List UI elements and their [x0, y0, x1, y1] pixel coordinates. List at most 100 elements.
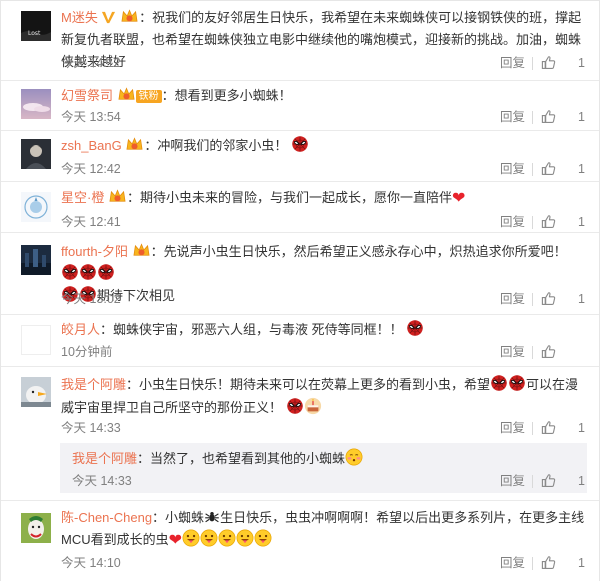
thumbs-up-icon [541, 555, 556, 570]
divider [532, 422, 533, 435]
spiderman-emoji [490, 374, 508, 392]
comment-item: 我是个阿雕：小虫生日快乐！期待未来可以在荧幕上更多的看到小虫，希望 可以在漫威宇宙… [1, 367, 599, 501]
reply-button[interactable]: 回复 [500, 107, 525, 127]
thumbs-up-icon [541, 473, 556, 488]
like-count: 1 [578, 556, 585, 570]
timestamp: 今天 14:33 [61, 421, 121, 435]
divider [532, 163, 533, 176]
tongue-face-emoji [218, 529, 236, 547]
username[interactable]: 星空·橙 [61, 190, 104, 205]
svg-text:Lost: Lost [28, 30, 41, 37]
thumbs-up-icon [541, 344, 556, 359]
divider [532, 557, 533, 570]
avatar[interactable] [21, 245, 51, 275]
comment-text: ：当然了，也希望看到其他的小蜘蛛 [137, 451, 346, 466]
username[interactable]: 我是个阿雕 [61, 377, 126, 392]
avatar[interactable] [21, 377, 51, 407]
avatar[interactable]: Lost [21, 11, 51, 41]
comment-text: ：想看到更多小蜘蛛！ [161, 88, 292, 103]
black-spider-emoji [205, 512, 219, 523]
shy-face-emoji [345, 448, 363, 466]
divider [532, 346, 533, 359]
heart-emoji: ❤ [168, 532, 183, 549]
thumbs-up-icon [541, 214, 556, 229]
comment-list: Lost M迷失 ：祝我们的友好邻居生日快乐，我希望在未来蜘蛛侠可以接钢铁侠的班… [0, 0, 600, 581]
thumbs-up-icon [541, 109, 556, 124]
thumbs-up-icon [541, 291, 556, 306]
username[interactable]: 幻雪祭司 [61, 88, 113, 103]
comment-item: 陈-Chen-Cheng：小蜘蛛 生日快乐，虫虫冲啊啊啊！希望以后出更多系列片，在… [1, 501, 599, 581]
divider [532, 293, 533, 306]
reply-button[interactable]: 回复 [500, 418, 525, 438]
vip-level-icon[interactable] [125, 136, 144, 153]
like-count: 1 [578, 474, 585, 488]
spiderman-emoji [61, 263, 79, 281]
timestamp: 今天 13:54 [61, 110, 121, 124]
like-count: 1 [578, 292, 585, 306]
comment-item: zsh_BanG ：冲啊我们的邻家小虫！ 今天 12:42 回复 1 [1, 131, 599, 182]
spiderman-emoji [286, 397, 304, 415]
vip-level-icon[interactable] [117, 86, 136, 103]
avatar[interactable] [21, 89, 51, 119]
avatar[interactable] [21, 513, 51, 543]
comment-item: 幻雪祭司 铁粉 ：想看到更多小蜘蛛！ 今天 13:54 回复 1 [1, 81, 599, 131]
divider [532, 57, 533, 70]
comment-text: ：小蜘蛛 [152, 510, 205, 525]
like-count: 1 [578, 162, 585, 176]
tongue-face-emoji [182, 529, 200, 547]
username[interactable]: 皎月人 [61, 322, 100, 337]
thumbs-up-icon [541, 420, 556, 435]
thumbs-up-icon [541, 55, 556, 70]
spiderman-emoji [291, 135, 309, 153]
timestamp: 今天 13:02 [61, 292, 121, 306]
divider [532, 111, 533, 124]
like-count: 1 [578, 215, 585, 229]
tongue-face-emoji [236, 529, 254, 547]
like-count: 1 [578, 421, 585, 435]
vip-level-icon[interactable] [108, 188, 127, 205]
avatar[interactable] [21, 192, 51, 222]
username[interactable]: zsh_BanG [61, 138, 122, 153]
like-count: 1 [578, 56, 585, 70]
tongue-face-emoji [200, 529, 218, 547]
timestamp: 今天 12:41 [61, 215, 121, 229]
username[interactable]: M迷失 [61, 10, 98, 25]
thumbs-up-icon [541, 161, 556, 176]
reply-button[interactable]: 回复 [500, 212, 525, 232]
spiderman-emoji [79, 263, 97, 281]
avatar[interactable] [21, 325, 51, 355]
comment-text: ：先说声小虫生日快乐，然后希望正义感永存心中，炽热追求你所爱吧！ [150, 244, 567, 259]
timestamp: 今天 12:42 [61, 162, 121, 176]
timestamp: 今天 14:10 [61, 556, 121, 570]
nested-reply: 我是个阿雕：当然了，也希望看到其他的小蜘蛛 今天 14:33 回复 1 [60, 443, 587, 493]
reply-button[interactable]: 回复 [500, 342, 525, 362]
username[interactable]: ffourth-夕阳 [61, 244, 128, 259]
timestamp: 10分钟前 [61, 345, 113, 359]
comment-item: Lost M迷失 ：祝我们的友好邻居生日快乐，我希望在未来蜘蛛侠可以接钢铁侠的班… [1, 1, 599, 81]
vip-level-icon[interactable] [120, 8, 139, 25]
divider [532, 216, 533, 229]
avatar[interactable] [21, 139, 51, 169]
comment-text: ：蜘蛛侠宇宙，邪恶六人组，与毒液 死侍等同框！！ [100, 322, 403, 337]
divider [532, 475, 533, 488]
spiderman-emoji [97, 263, 115, 281]
reply-button[interactable]: 回复 [500, 159, 525, 179]
tongue-face-emoji [254, 529, 272, 547]
comment-text: ：冲啊我们的邻家小虫！ [144, 138, 288, 153]
username[interactable]: 陈-Chen-Cheng [61, 510, 152, 525]
birthday-cake-emoji [304, 397, 321, 415]
comment-item: ffourth-夕阳 ：先说声小虫生日快乐，然后希望正义感永存心中，炽热追求你所… [1, 233, 599, 315]
comment-item: 星空·橙 ：期待小虫未来的冒险，与我们一起成长，愿你一直陪伴❤ 今天 12:41… [1, 182, 599, 233]
timestamp: 今天 14:12 [61, 56, 121, 70]
username[interactable]: 我是个阿雕 [72, 451, 137, 466]
reply-button[interactable]: 回复 [500, 553, 525, 573]
comment-item: 皎月人：蜘蛛侠宇宙，邪恶六人组，与毒液 死侍等同框！！ 10分钟前 回复 [1, 315, 599, 367]
fan-badge: 铁粉 [135, 90, 162, 103]
timestamp: 今天 14:33 [72, 474, 132, 488]
reply-button[interactable]: 回复 [500, 53, 525, 73]
comment-text: ：小虫生日快乐！期待未来可以在荧幕上更多的看到小虫，希望 [126, 377, 491, 392]
vip-level-icon[interactable] [132, 242, 151, 259]
reply-button[interactable]: 回复 [500, 471, 525, 491]
reply-button[interactable]: 回复 [500, 289, 525, 309]
spiderman-emoji [508, 374, 526, 392]
